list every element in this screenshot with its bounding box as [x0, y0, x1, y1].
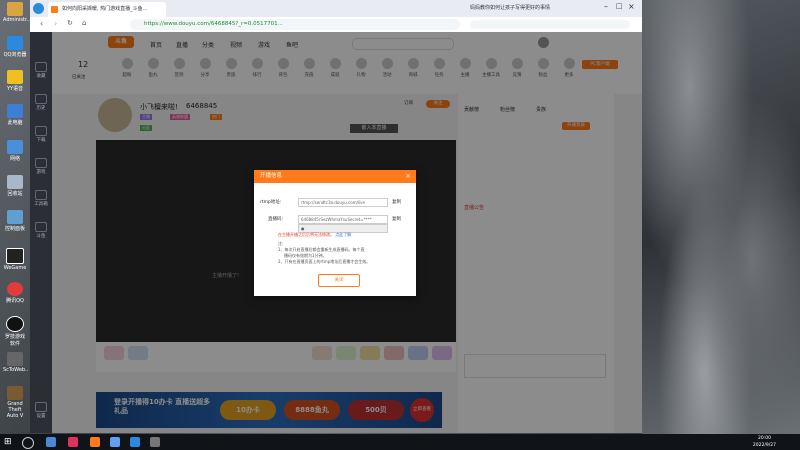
wallpaper-rocks [642, 0, 800, 434]
warning-text: 在主播开播之后后将无法修改。 点此了解 [278, 232, 352, 237]
dialog-title: 开播信息 [260, 173, 283, 179]
stream-info-dialog: 开播信息 × rtmp地址: rtmp://sendtc3a.douyu.com… [254, 170, 416, 296]
code-copy-button[interactable]: 复制 [392, 216, 401, 222]
fish-icon [35, 222, 47, 232]
desktop-icon-gta[interactable]: Grand Theft Auto V [3, 386, 27, 419]
app-icon[interactable] [68, 437, 78, 447]
network-icon [7, 140, 23, 154]
computer-icon [7, 104, 23, 118]
app-icon[interactable] [150, 437, 160, 447]
sidebar-item-downloads[interactable]: 下载 [33, 126, 49, 143]
sidebar-item-douyu[interactable]: 斗鱼 [33, 222, 49, 239]
sidebar-item-settings[interactable]: 设置 [33, 402, 49, 419]
sidebar-item-toolbox[interactable]: 工具箱 [33, 190, 49, 207]
close-window-button[interactable]: × [628, 2, 635, 11]
start-icon[interactable]: ⊞ [4, 437, 14, 447]
folder-icon [7, 2, 23, 16]
tab-bar: 如何向阳采撷暖, 热门游戏直播_斗鱼... 妈妈教你如何让孩子写得更好的事情 –… [30, 0, 642, 17]
dialog-close-button[interactable]: 关闭 [318, 274, 360, 287]
active-tab[interactable]: 如何向阳采撷暖, 热门游戏直播_斗鱼... [48, 2, 166, 17]
desktop-icon-wegame[interactable]: WeGame [3, 248, 27, 271]
recycle-bin-icon [7, 175, 23, 189]
learn-more-link[interactable]: 点此了解 [335, 232, 351, 237]
taskbar: ⊞ 20:00 2022/9/27 [0, 434, 800, 450]
rtmp-copy-button[interactable]: 复制 [392, 199, 401, 205]
desktop-icon-qq[interactable]: 腾讯QQ [3, 282, 27, 304]
sidebar-item-history[interactable]: 历史 [33, 94, 49, 111]
app-icon[interactable] [110, 437, 120, 447]
gear-icon [35, 402, 47, 412]
maximize-button[interactable]: □ [616, 2, 623, 10]
rtmp-field[interactable]: rtmp://sendtc3a.douyu.com/live [298, 198, 388, 207]
desktop-icon-control-panel[interactable]: 控制面板 [3, 210, 27, 232]
url-input[interactable]: https://www.douyu.com/6468845?_r=0.05177… [130, 19, 460, 30]
desktop-icon-this-pc[interactable]: 此电脑 [3, 104, 27, 126]
game-icon [7, 386, 23, 400]
app-icon[interactable] [90, 437, 100, 447]
dialog-header: 开播信息 × [254, 170, 416, 183]
clock-time: 20:00 [757, 436, 771, 441]
sidebar-item-games[interactable]: 游戏 [33, 158, 49, 175]
browser-icon [7, 36, 23, 50]
clock-icon [35, 94, 47, 104]
forward-icon[interactable]: › [54, 19, 57, 28]
qq-icon [7, 282, 23, 296]
back-icon[interactable]: ‹ [40, 19, 43, 28]
desktop-icon-network[interactable]: 网络 [3, 140, 27, 162]
desktop-icon-logitech[interactable]: 罗技游戏软件 [3, 316, 27, 347]
close-icon[interactable]: × [405, 170, 411, 183]
browser-logo-icon[interactable] [33, 3, 44, 14]
code-label: 直播码: [268, 217, 284, 222]
yy-icon [7, 70, 23, 84]
wegame-icon [6, 248, 24, 264]
desktop-icon-recycle[interactable]: 回收站 [3, 175, 27, 197]
star-icon [35, 62, 47, 72]
desktop-icon-sctoweb[interactable]: ScToWeb.. [3, 352, 28, 373]
task-view-icon[interactable] [46, 437, 56, 447]
desktop-icon-yy[interactable]: YY语音 [3, 70, 27, 92]
clock[interactable]: 20:00 2022/9/27 [753, 435, 776, 449]
browser-icon[interactable] [130, 437, 140, 447]
download-icon [35, 126, 47, 136]
browser-sidebar: 收藏 历史 下载 游戏 工具箱 斗鱼 设置 [30, 32, 52, 433]
sidebar-item-favorites[interactable]: 收藏 [33, 62, 49, 79]
search-icon[interactable] [22, 437, 34, 449]
gamepad-icon [35, 158, 47, 168]
douyu-favicon-icon [51, 6, 58, 13]
address-bar-row: ‹ › ↻ ⌂ https://www.douyu.com/6468845?_r… [30, 17, 642, 33]
note-line-3: 2、只有在直播页面上的rtmp地址后直播才会生效。 [278, 259, 371, 264]
search-input[interactable] [470, 20, 630, 29]
clock-date: 2022/9/27 [752, 443, 776, 448]
home-icon[interactable]: ⌂ [82, 19, 86, 27]
app-icon [7, 352, 23, 366]
desktop-icon-qq-browser[interactable]: QQ浏览器 [3, 36, 27, 58]
toolbox-icon [35, 190, 47, 200]
minimize-button[interactable]: – [604, 2, 608, 11]
rtmp-label: rtmp地址: [260, 200, 282, 205]
code-field[interactable]: 6468845rSezWhmaYsuSecret=**** [298, 215, 388, 224]
refresh-icon[interactable]: ↻ [67, 19, 73, 27]
logitech-icon [6, 316, 24, 332]
desktop-icon-admin[interactable]: Administr... [3, 2, 31, 23]
right-tab[interactable]: 妈妈教你如何让孩子写得更好的事情 [470, 2, 578, 15]
control-panel-icon [7, 210, 23, 224]
